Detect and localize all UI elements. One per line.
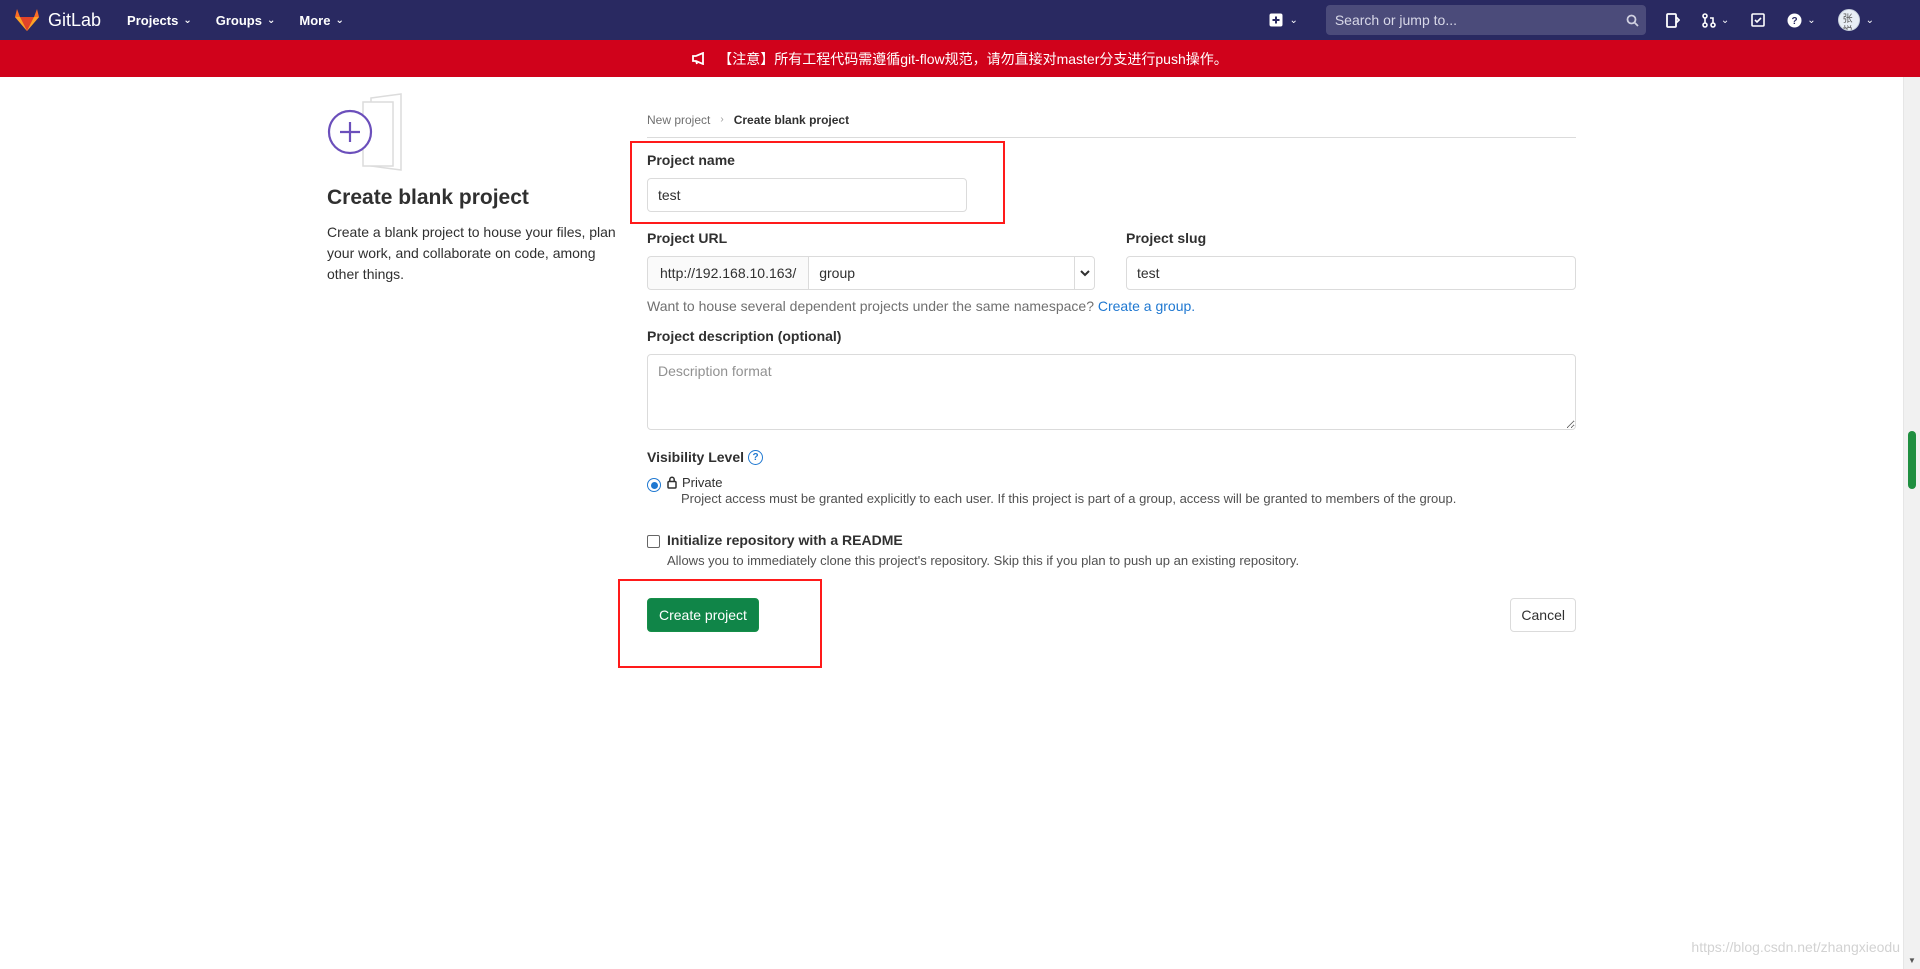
brand-name: GitLab [48,9,102,30]
merge-requests-button[interactable]: ⌄ [1702,12,1730,28]
scroll-down-arrow-icon[interactable]: ▼ [1908,956,1916,965]
left-description: Create a blank project to house your fil… [327,224,616,282]
new-item-dropdown[interactable]: ⌄ [1269,13,1298,27]
readme-label: Initialize repository with a README [667,532,903,548]
todos-button[interactable] [1751,13,1766,27]
readme-text: Initialize repository with a README Allo… [667,532,1299,568]
navbar-right: ⌄ ⌄ ? ⌄ 张悦 ⌄ [1269,0,1920,40]
readme-option[interactable]: Initialize repository with a README Allo… [647,532,1299,568]
chevron-down-icon: ⌄ [183,14,192,26]
top-navbar: GitLab Projects ⌄ Groups ⌄ More ⌄ ⌄ Sear… [0,0,1920,40]
search-input[interactable] [1325,12,1620,28]
issues-button[interactable] [1665,12,1680,28]
radio-selected-dot [650,481,658,489]
svg-text:?: ? [1792,16,1798,27]
chevron-down-icon: ⌄ [266,14,276,26]
create-group-link[interactable]: Create a group. [1098,298,1195,314]
nav-more[interactable]: More ⌄ [299,13,343,28]
avatar: 张悦 [1837,9,1860,31]
project-slug-input[interactable] [1126,256,1576,290]
project-url-prefix: http://192.168.10.163/ [647,256,809,290]
readme-checkbox[interactable] [647,535,660,548]
megaphone-icon [692,52,705,65]
project-name-label: Project name [647,152,735,168]
todo-check-icon [1751,13,1766,27]
help-question-icon: ? [1787,13,1802,27]
description-label: Project description (optional) [647,328,842,344]
search-box[interactable] [1325,5,1646,35]
broadcast-banner: 【注意】所有工程代码需遵循git-flow规范，请勿直接对master分支进行p… [0,40,1920,77]
search-icon[interactable] [1620,14,1646,27]
user-name: 张悦 [1842,14,1853,30]
breadcrumb: New project › Create blank project [647,102,1576,138]
issues-icon [1665,12,1680,28]
chevron-down-icon: ⌄ [1289,14,1298,26]
scrollbar-thumb[interactable] [1908,431,1916,489]
watermark: https://blog.csdn.net/zhangxieodu [1691,939,1900,955]
visibility-private-text: Private Project access must be granted e… [667,475,1456,506]
blank-project-icon [327,93,402,171]
help-question-icon[interactable]: ? [748,449,764,465]
nav-projects[interactable]: Projects ⌄ [127,13,192,28]
namespace-help: Want to house several dependent projects… [647,298,1195,314]
project-url-label: Project URL [647,230,728,246]
main-menu: Projects ⌄ Groups ⌄ More ⌄ [127,13,368,28]
readme-desc: Allows you to immediately clone this pro… [667,553,1300,568]
visibility-label-row: Visibility Level ? [647,449,764,465]
gitlab-fox-icon [15,9,39,31]
visibility-label: Visibility Level [647,449,745,465]
left-title: Create blank project [327,186,529,209]
help-button[interactable]: ? ⌄ [1787,13,1816,28]
nav-groups[interactable]: Groups ⌄ [216,13,276,28]
chevron-down-icon: ⌄ [1807,14,1816,26]
namespace-select[interactable]: group [808,256,1095,290]
namespace-value: group [819,265,856,281]
visibility-private-radio[interactable] [647,478,661,492]
breadcrumb-new-project[interactable]: New project [647,113,710,127]
chevron-down-icon: ⌄ [1720,14,1730,26]
project-url-group: http://192.168.10.163/ group [647,256,1095,290]
visibility-private-option[interactable]: Private Project access must be granted e… [647,475,1456,506]
blank-project-info: Create blank project Create a blank proj… [327,92,617,285]
chevron-down-icon: ⌄ [335,14,344,26]
chevron-right-icon: › [720,114,724,125]
user-menu[interactable]: 张悦 ⌄ [1837,9,1874,31]
visibility-private-title: Private [667,475,1456,490]
plus-square-icon [1269,13,1283,27]
blank-project-illustration [327,92,417,172]
gitlab-logo-link[interactable]: GitLab [14,0,101,40]
description-textarea[interactable] [647,354,1576,430]
project-name-input[interactable] [647,178,967,212]
project-slug-label: Project slug [1126,230,1207,246]
nav-projects-label: Projects [127,12,179,28]
banner-text: 【注意】所有工程代码需遵循git-flow规范，请勿直接对master分支进行p… [718,50,1228,67]
chevron-down-icon [1074,257,1094,289]
nav-groups-label: Groups [215,12,262,28]
new-project-form: New project › Create blank project Proje… [647,102,1576,632]
nav-more-label: More [299,12,331,28]
breadcrumb-current: Create blank project [733,112,850,127]
cancel-button[interactable]: Cancel [1510,598,1576,632]
create-project-button[interactable]: Create project [647,598,759,632]
page-scrollbar[interactable]: ▼ [1903,77,1920,969]
namespace-help-text: Want to house several dependent projects… [647,298,1094,314]
lock-icon [667,476,677,489]
merge-request-icon [1702,12,1716,28]
chevron-down-icon: ⌄ [1865,14,1874,26]
visibility-private-desc: Project access must be granted explicitl… [681,491,1457,506]
visibility-private-label: Private [682,475,723,490]
